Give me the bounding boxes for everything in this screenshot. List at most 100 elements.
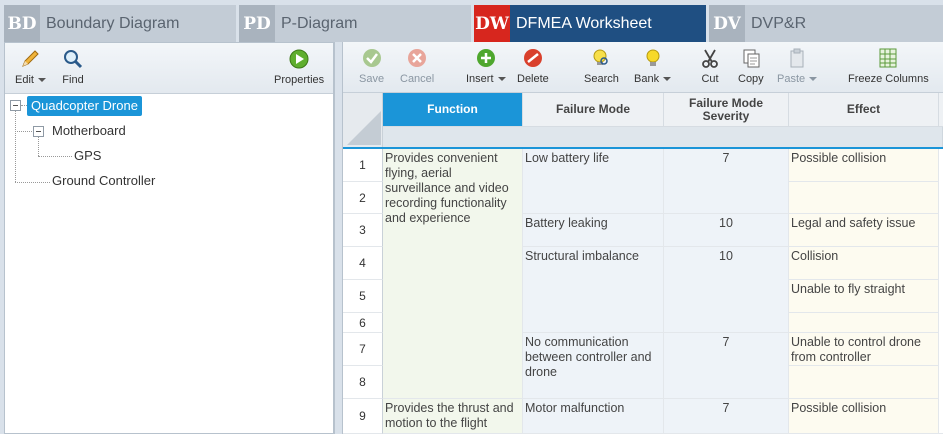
severity-cell[interactable]: 7	[664, 149, 789, 214]
effect-cell[interactable]: Unable to control drone from controller	[789, 333, 939, 366]
lightbulb-icon	[641, 46, 665, 70]
bank-button[interactable]: Bank	[634, 46, 672, 85]
severity-cell[interactable]: 7	[664, 333, 789, 399]
magnifier-icon	[61, 47, 85, 71]
column-header-severity[interactable]: Failure Mode Severity	[664, 93, 789, 127]
copy-icon	[739, 46, 763, 70]
delete-button[interactable]: Delete	[517, 46, 549, 85]
effect-cell-empty[interactable]	[789, 182, 939, 214]
cancel-label: Cancel	[400, 73, 435, 85]
function-cell[interactable]: Provides the thrust and motion to the fl…	[383, 399, 523, 434]
row-number[interactable]: 3	[343, 214, 383, 247]
tree-connector	[38, 156, 72, 157]
paste-button[interactable]: Paste	[777, 46, 818, 85]
row-number[interactable]: 4	[343, 247, 383, 280]
tree-connector	[38, 136, 39, 156]
column-header-failure-mode[interactable]: Failure Mode	[523, 93, 664, 127]
select-all-icon	[347, 111, 381, 145]
failure-mode-cell[interactable]: Structural imbalance	[523, 247, 664, 333]
effect-cell[interactable]: Legal and safety issue	[789, 214, 939, 247]
search-button[interactable]: Search	[584, 46, 619, 85]
edit-button[interactable]: Edit	[15, 47, 46, 86]
tree-view: Quadcopter Drone Motherboard GPS Ground …	[5, 94, 333, 434]
effect-cell[interactable]: Unable to fly straight	[789, 280, 939, 313]
cut-button[interactable]: Cut	[698, 46, 722, 85]
severity-cell[interactable]: 7	[664, 399, 789, 434]
effect-cell[interactable]: Possible collision	[789, 149, 939, 182]
tree-connector	[15, 110, 16, 182]
tab-abbr: PD	[239, 5, 275, 42]
function-cell[interactable]: Provides convenient flying, aerial surve…	[383, 149, 523, 399]
edit-label: Edit	[15, 74, 34, 86]
row-number[interactable]: 8	[343, 366, 383, 399]
effect-cell-empty[interactable]	[789, 366, 939, 399]
row-number[interactable]: 5	[343, 280, 383, 313]
failure-mode-cell[interactable]: Low battery life	[523, 149, 664, 214]
spreadsheet-icon	[876, 46, 900, 70]
pencil-icon	[18, 47, 42, 71]
find-label: Find	[62, 74, 84, 86]
failure-mode-cell[interactable]: Motor malfunction	[523, 399, 664, 434]
paste-label: Paste	[777, 73, 806, 85]
app-window: BD Boundary Diagram PD P-Diagram DW DFME…	[0, 0, 943, 434]
tree-toolbar: Edit Find Properties	[5, 43, 333, 94]
freeze-columns-button[interactable]: Freeze Columns	[848, 46, 929, 85]
tab-label: P-Diagram	[281, 14, 358, 32]
failure-mode-cell[interactable]: No communication between controller and …	[523, 333, 664, 399]
tree-node-gps[interactable]: GPS	[74, 146, 101, 166]
insert-label: Insert	[466, 73, 494, 85]
tree-node-quadcopter-drone[interactable]: Quadcopter Drone	[27, 96, 142, 116]
failure-mode-cell[interactable]: Battery leaking	[523, 214, 664, 247]
effect-cell-empty[interactable]	[789, 313, 939, 333]
scissors-icon	[698, 46, 722, 70]
delete-icon	[521, 46, 545, 70]
collapse-icon[interactable]	[10, 100, 21, 111]
find-button[interactable]: Find	[61, 47, 85, 86]
properties-button[interactable]: Properties	[274, 47, 324, 86]
row-number[interactable]: 6	[343, 313, 383, 333]
effect-cell[interactable]: Collision	[789, 247, 939, 280]
tab-dfmea-worksheet[interactable]: DW DFMEA Worksheet	[474, 5, 706, 42]
tree-node-motherboard[interactable]: Motherboard	[52, 121, 126, 141]
tree-node-ground-controller[interactable]: Ground Controller	[52, 171, 155, 191]
copy-button[interactable]: Copy	[738, 46, 764, 85]
lightbulb-search-icon	[589, 46, 613, 70]
insert-button[interactable]: Insert	[466, 46, 506, 85]
freeze-columns-label: Freeze Columns	[848, 73, 929, 85]
effect-cell[interactable]: Possible collision	[789, 399, 939, 434]
copy-label: Copy	[738, 73, 764, 85]
grid-corner[interactable]	[343, 93, 383, 147]
tab-label: DFMEA Worksheet	[516, 14, 652, 32]
save-button[interactable]: Save	[359, 46, 384, 85]
row-number[interactable]: 9	[343, 399, 383, 434]
worksheet-panel: Save Cancel Insert Delete Search Bank Cu…	[343, 42, 943, 434]
cancel-button[interactable]: Cancel	[400, 46, 434, 85]
tab-p-diagram[interactable]: PD P-Diagram	[239, 5, 471, 42]
tab-boundary-diagram[interactable]: BD Boundary Diagram	[4, 5, 236, 42]
severity-cell[interactable]: 10	[664, 247, 789, 333]
severity-cell[interactable]: 10	[664, 214, 789, 247]
column-header-next[interactable]	[939, 93, 943, 127]
row-number[interactable]: 1	[343, 149, 383, 182]
next-column-cells[interactable]	[939, 149, 943, 434]
row-number[interactable]: 7	[343, 333, 383, 366]
tree-connector	[15, 131, 32, 132]
tree-panel: Edit Find Properties Quadcopter Drone Mo…	[4, 42, 334, 434]
save-label: Save	[359, 73, 385, 85]
play-circle-icon	[287, 47, 311, 71]
worksheet-toolbar: Save Cancel Insert Delete Search Bank Cu…	[343, 42, 943, 93]
collapse-icon[interactable]	[33, 126, 44, 137]
tab-abbr: DW	[474, 5, 510, 42]
tab-dvpr[interactable]: DV DVP&R	[709, 5, 943, 42]
panel-splitter[interactable]	[334, 42, 343, 434]
tab-label: Boundary Diagram	[46, 14, 180, 32]
delete-label: Delete	[517, 73, 549, 85]
column-header-effect[interactable]: Effect	[789, 93, 939, 127]
dfmea-grid: Function Failure Mode Failure Mode Sever…	[343, 93, 943, 434]
row-number[interactable]: 2	[343, 182, 383, 214]
bank-label: Bank	[634, 73, 660, 85]
tab-label: DVP&R	[751, 14, 807, 32]
check-icon	[360, 46, 384, 70]
column-header-function[interactable]: Function	[383, 93, 523, 127]
search-label: Search	[584, 73, 619, 85]
